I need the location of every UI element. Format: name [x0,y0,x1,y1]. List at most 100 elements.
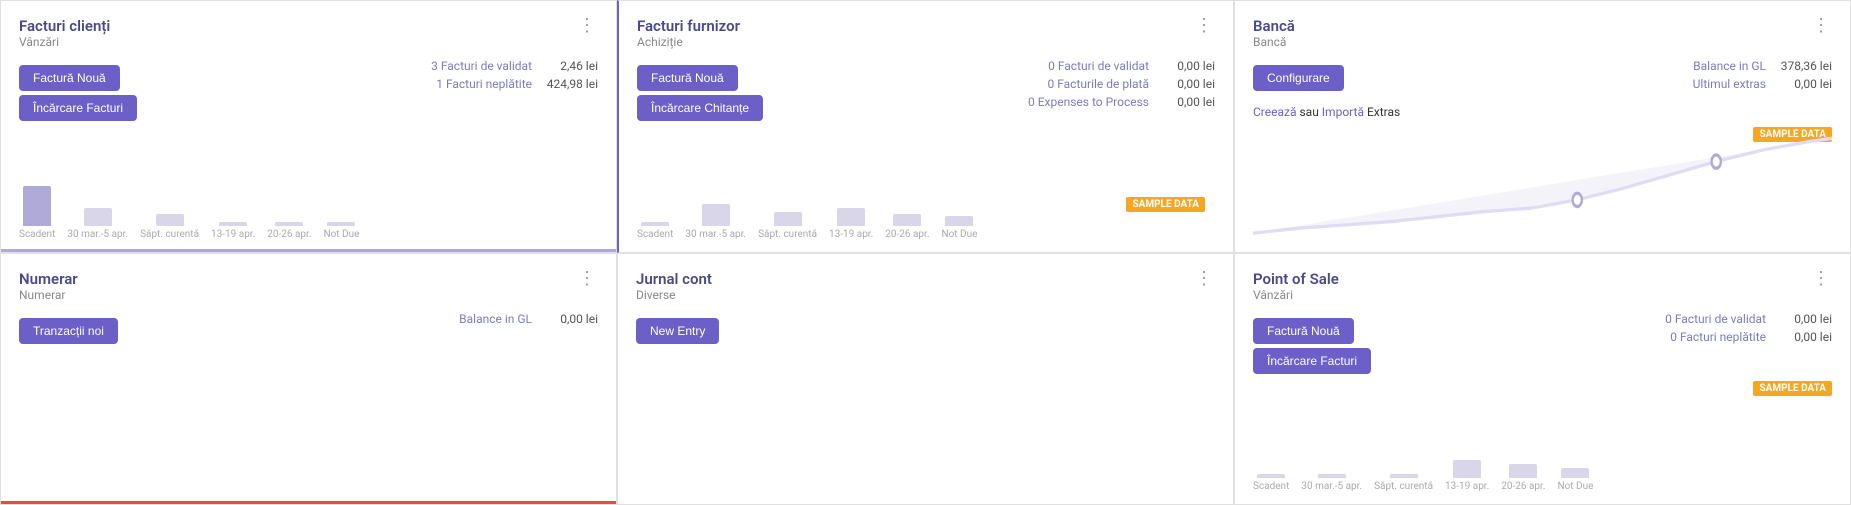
buttons-6: Factură Nouă Încărcare Facturi [1253,318,1377,378]
buttons-3: Configurare [1253,65,1350,95]
bar-2-5 [945,216,973,226]
top-row-6: Factură Nouă Încărcare Facturi 0 Facturi… [1253,312,1832,382]
bar-6-3 [1453,460,1481,478]
incarcare-chitante-btn[interactable]: Încărcare Chitanțe [637,95,763,121]
card-header-1: Facturi clienți Vânzări ⋮ [19,17,598,57]
new-entry-btn[interactable]: New Entry [636,318,719,344]
top-row-4: Tranzacții noi Balance in GL 0,00 lei [19,312,598,352]
sample-data-badge-2: SAMPLE DATA [1126,197,1205,212]
menu-dots-1[interactable]: ⋮ [576,17,598,35]
buttons-4: Tranzacții noi [19,318,124,348]
stats-6: 0 Facturi de validat 0,00 lei 0 Facturi … [1665,312,1832,346]
bar-group-6-1: 30 mar.-5 apr. [1301,474,1362,492]
chart-point-2 [1712,155,1721,168]
chart-area-1: Scadent 30 mar.-5 apr. Săpt. curentă 13-… [19,133,598,242]
stat-line-6-1: 0 Facturi neplătite 0,00 lei [1670,330,1832,344]
card-numerar: Numerar Numerar ⋮ Tranzacții noi Balance… [0,253,617,505]
extra-line: Ultimul extras 0,00 lei [1693,77,1832,91]
buttons-1: Factură Nouă Încărcare Facturi [19,65,143,125]
creeaza-link[interactable]: Creează [1253,105,1297,119]
bar-chart-2: Scadent 30 mar.-5 apr. Săpt. curentă 13-… [637,182,1215,242]
factura-noua-btn-1[interactable]: Factură Nouă [19,65,120,91]
card-header-2: Facturi furnizor Achiziție ⋮ [637,17,1215,57]
bar-6-2 [1390,474,1418,478]
menu-dots-2[interactable]: ⋮ [1193,17,1215,35]
stat-line-6-0: 0 Facturi de validat 0,00 lei [1665,312,1832,326]
bar-2-3 [837,208,865,226]
bar-2-1 [702,204,730,226]
stat-line-1-0: 3 Facturi de validat 2,46 lei [431,59,598,73]
bar-group-6-3: 13-19 apr. [1445,460,1489,492]
bar-2-4 [893,214,921,226]
factura-noua-btn-2[interactable]: Factură Nouă [637,65,738,91]
bar-group-6-2: Săpt. curentă [1374,474,1433,492]
incarcare-facturi-btn-1[interactable]: Încărcare Facturi [19,95,137,121]
bar-6-1 [1318,474,1346,478]
link-text3: Extras [1367,105,1400,119]
bar-1-1 [84,208,112,226]
bar-2-0 [641,222,669,226]
dashboard: Facturi clienți Vânzări ⋮ Factură Nouă Î… [0,0,1851,505]
bar-group-1-0: Scadent [19,186,55,240]
menu-dots-3[interactable]: ⋮ [1810,17,1832,35]
bar-1-3 [219,222,247,226]
card-title-1: Facturi clienți Vânzări [19,17,110,57]
bar-group-1-5: Not Due [323,222,359,240]
bottom-bar-1 [1,249,616,252]
chart-area-6: SAMPLE DATA Scadent 30 mar.-5 apr. Săpt.… [1253,386,1832,495]
card-title-2: Facturi furnizor Achiziție [637,17,740,57]
top-row-3: Configurare Balance in GL 378,36 lei Ult… [1253,59,1832,99]
chart-point-1 [1573,193,1582,206]
banca-link-row: Creează sau Importă Extras [1253,105,1832,119]
bar-1-2 [156,214,184,226]
bar-group-2-4: 20-26 apr. [885,214,929,240]
card-title-4: Numerar Numerar [19,270,78,310]
bar-2-2 [774,212,802,226]
link-sep: sau [1299,105,1321,119]
card-title-5: Jurnal cont Diverse [636,270,712,310]
bar-group-2-0: Scadent [637,222,673,240]
balance-line: Balance in GL 378,36 lei [1693,59,1832,73]
stats-4: Balance in GL 0,00 lei [459,312,598,328]
bar-1-5 [327,222,355,226]
bar-group-2-1: 30 mar.-5 apr. [685,204,746,240]
card-title-3: Bancă Bancă [1253,17,1295,57]
bar-1-0 [23,186,51,226]
stat-line-1-1: 1 Facturi neplătite 424,98 lei [436,77,598,91]
bar-group-1-1: 30 mar.-5 apr. [67,208,128,240]
bottom-bar-4 [1,501,616,504]
stat-line-2-2: 0 Expenses to Process 0,00 lei [1028,95,1215,109]
tranzactii-noi-btn[interactable]: Tranzacții noi [19,318,118,344]
bar-6-5 [1561,468,1589,478]
chart-area-2: SAMPLE DATA Scadent 30 mar.-5 apr. Săpt.… [637,133,1215,242]
card-header-3: Bancă Bancă ⋮ [1253,17,1832,57]
menu-dots-5[interactable]: ⋮ [1193,270,1215,288]
bar-group-1-4: 20-26 apr. [267,222,311,240]
card-facturi-furnizor: Facturi furnizor Achiziție ⋮ Factură Nou… [617,0,1234,253]
configurare-btn[interactable]: Configurare [1253,65,1344,91]
card-header-5: Jurnal cont Diverse ⋮ [636,270,1215,310]
stats-1: 3 Facturi de validat 2,46 lei 1 Facturi … [431,59,598,93]
factura-noua-btn-3[interactable]: Factură Nouă [1253,318,1354,344]
bar-group-6-0: Scadent [1253,474,1289,492]
card-header-4: Numerar Numerar ⋮ [19,270,598,310]
card-jurnal-cont: Jurnal cont Diverse ⋮ New Entry [617,253,1234,505]
bar-group-6-5: Not Due [1557,468,1593,492]
card-facturi-clienti: Facturi clienți Vânzări ⋮ Factură Nouă Î… [0,0,617,253]
stat-line-2-1: 0 Facturile de plată 0,00 lei [1048,77,1216,91]
menu-dots-4[interactable]: ⋮ [576,270,598,288]
stats-3: Balance in GL 378,36 lei Ultimul extras … [1693,59,1832,93]
bar-group-2-3: 13-19 apr. [829,208,873,240]
menu-dots-6[interactable]: ⋮ [1810,270,1832,288]
line-chart-svg [1253,125,1832,242]
numerar-spacer [19,352,598,495]
bar-chart-1: Scadent 30 mar.-5 apr. Săpt. curentă 13-… [19,182,598,242]
card-header-6: Point of Sale Vânzări ⋮ [1253,270,1832,310]
importa-link[interactable]: Importă [1322,105,1364,119]
sample-data-badge-6: SAMPLE DATA [1753,381,1832,396]
card-banca: Bancă Bancă ⋮ Configurare Balance in GL … [1234,0,1851,253]
bar-group-1-3: 13-19 apr. [211,222,255,240]
jurnal-spacer [636,352,1215,495]
buttons-5: New Entry [636,318,1215,348]
incarcare-facturi-btn-2[interactable]: Încărcare Facturi [1253,348,1371,374]
